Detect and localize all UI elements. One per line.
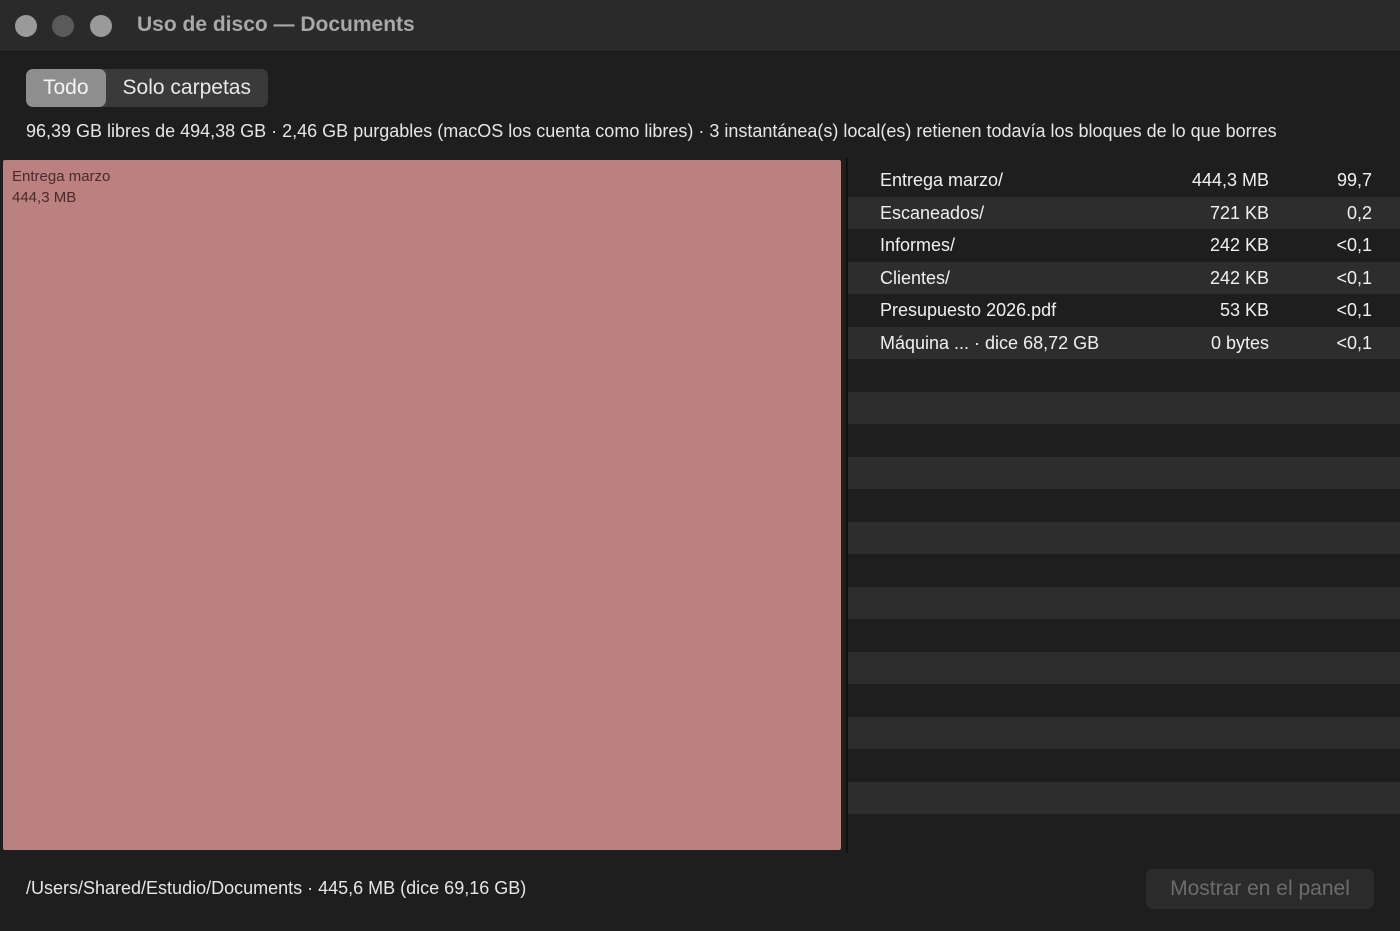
row-name: Máquina ... · dice 68,72 GB	[880, 332, 1100, 353]
window-title: Uso de disco — Documents	[137, 13, 415, 36]
row-percent: <0,1	[1336, 300, 1372, 320]
list-row[interactable]: Informes/ 242 KB <0,1	[848, 229, 1400, 262]
row-size: 0 bytes	[1210, 332, 1269, 353]
empty-list-row	[848, 391, 1400, 424]
minimize-window-button[interactable]	[52, 15, 74, 37]
view-mode-segmented-control: Todo Solo carpetas	[26, 69, 268, 107]
row-percent: 0,2	[1346, 202, 1372, 223]
close-window-button[interactable]	[15, 15, 37, 37]
row-size: 721 KB	[1209, 202, 1269, 223]
row-name: Clientes/	[880, 267, 951, 288]
disk-usage-window: Uso de disco — Documents Todo Solo carpe…	[0, 0, 1400, 931]
row-size: 242 KB	[1209, 235, 1269, 255]
empty-list-row	[848, 651, 1400, 684]
treemap-tile-entrega-marzo[interactable]: Entrega marzo 444,3 MB	[3, 160, 841, 850]
empty-list-row	[848, 359, 1400, 392]
empty-list-row	[848, 424, 1400, 457]
row-name: Entrega marzo/	[880, 170, 1004, 190]
row-name: Escaneados/	[880, 202, 985, 223]
row-percent: <0,1	[1336, 332, 1372, 353]
empty-list-row	[848, 489, 1400, 522]
reveal-in-finder-button[interactable]: Mostrar en el panel	[1146, 869, 1374, 909]
zoom-window-button[interactable]	[90, 15, 112, 37]
empty-list-row	[848, 814, 1400, 847]
file-list: Entrega marzo/ 444,3 MB 99,7 Escaneados/…	[848, 164, 1400, 854]
title-bar: Uso de disco — Documents	[0, 0, 1400, 52]
current-path: /Users/Shared/Estudio/Documents · 445,6 …	[26, 878, 527, 898]
row-size: 444,3 MB	[1191, 170, 1269, 190]
list-row[interactable]: Clientes/ 242 KB <0,1	[848, 261, 1400, 294]
tile-name: Entrega marzo	[12, 168, 111, 185]
segment-solo-carpetas[interactable]: Solo carpetas	[106, 69, 268, 107]
row-name: Presupuesto 2026.pdf	[880, 300, 1057, 320]
empty-list-row	[848, 781, 1400, 814]
empty-list-row	[848, 749, 1400, 782]
treemap: Entrega marzo 444,3 MB	[3, 160, 841, 850]
empty-list-row	[848, 619, 1400, 652]
row-name: Informes/	[880, 235, 956, 255]
row-percent: <0,1	[1336, 267, 1372, 288]
segment-todo[interactable]: Todo	[26, 69, 106, 107]
list-row[interactable]: Entrega marzo/ 444,3 MB 99,7	[848, 164, 1400, 197]
row-percent: 99,7	[1336, 170, 1372, 190]
row-size: 53 KB	[1219, 300, 1269, 320]
list-row[interactable]: Presupuesto 2026.pdf 53 KB <0,1	[848, 294, 1400, 327]
list-row[interactable]: Escaneados/ 721 KB 0,2	[848, 196, 1400, 229]
row-percent: <0,1	[1336, 235, 1372, 255]
empty-list-row	[848, 456, 1400, 489]
empty-list-row	[848, 716, 1400, 749]
tile-size: 444,3 MB	[12, 189, 77, 206]
empty-list-row	[848, 554, 1400, 587]
empty-list-row	[848, 684, 1400, 717]
empty-list-row	[848, 521, 1400, 554]
list-row[interactable]: Máquina ... · dice 68,72 GB 0 bytes <0,1	[848, 326, 1400, 359]
empty-list-row	[848, 586, 1400, 619]
row-size: 242 KB	[1209, 267, 1269, 288]
disk-info-line: 96,39 GB libres de 494,38 GB · 2,46 GB p…	[26, 121, 1277, 141]
